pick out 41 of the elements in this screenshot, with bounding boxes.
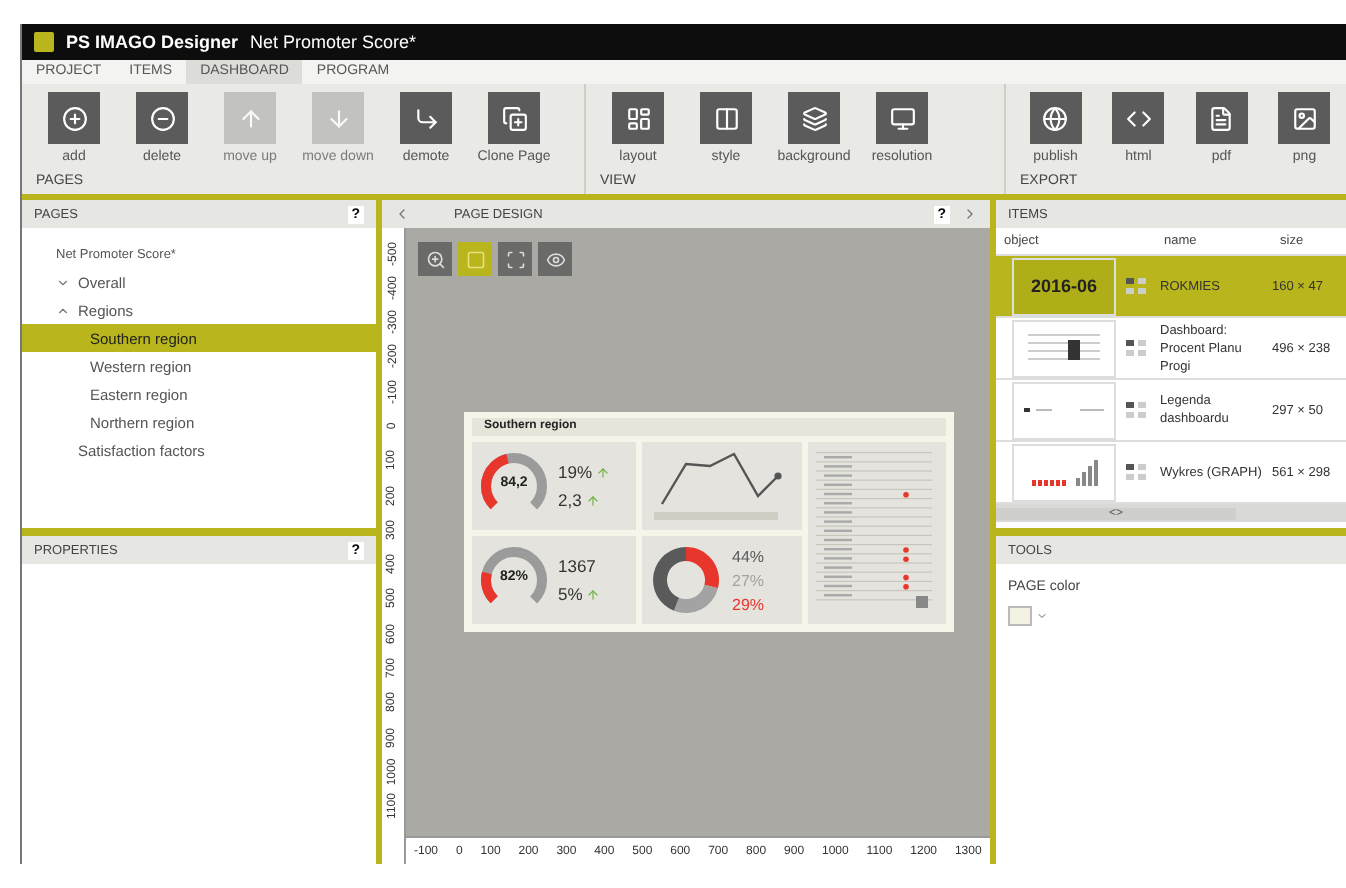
- stat-value: 1367: [558, 556, 596, 576]
- grid-icon: [1126, 402, 1146, 418]
- plus-icon: [61, 105, 87, 131]
- layers-icon: [801, 105, 827, 131]
- code-icon: [1125, 105, 1152, 131]
- globe-icon: [1042, 105, 1069, 131]
- chevron-up-icon[interactable]: [56, 303, 70, 317]
- logo-icon: [34, 32, 54, 52]
- chevron-down-icon[interactable]: [56, 275, 70, 289]
- corner-arrow-icon: [413, 105, 439, 131]
- share-value: 44%: [732, 547, 765, 565]
- stat-value: 2,3: [558, 490, 582, 510]
- minus-icon: [149, 105, 175, 131]
- zoom-in-icon: [425, 249, 445, 269]
- columns-icon: [713, 105, 739, 131]
- image-icon: [1291, 105, 1318, 131]
- grid-icon: [1126, 278, 1146, 294]
- monitor-icon: [889, 105, 915, 131]
- eye-icon: [545, 249, 565, 269]
- fit-icon: [505, 249, 525, 269]
- app-title: PS IMAGO Designer: [66, 32, 239, 52]
- grid-icon: [1126, 464, 1146, 480]
- fit-button[interactable]: [498, 242, 532, 276]
- document-icon: [1208, 105, 1235, 131]
- caret-icon: [1036, 610, 1048, 622]
- arrow-up-icon: [237, 105, 263, 131]
- copy-icon: [501, 105, 527, 131]
- share-value: 27%: [732, 571, 765, 589]
- arrow-down-icon: [325, 105, 351, 131]
- layout-icon: [625, 105, 651, 131]
- square-icon: [465, 249, 485, 269]
- document-title: Net Promoter Score*: [250, 32, 417, 52]
- grid-icon: [1126, 340, 1146, 356]
- zoom-button[interactable]: [418, 242, 452, 276]
- chevron-right-icon[interactable]: [962, 206, 978, 222]
- stat-value: 5%: [558, 584, 583, 604]
- share-value: 29%: [732, 595, 765, 613]
- chevron-left-icon[interactable]: [394, 206, 410, 222]
- stat-value: 19%: [558, 462, 593, 482]
- preview-button[interactable]: [538, 242, 572, 276]
- object-label: 2016-06: [1030, 276, 1098, 296]
